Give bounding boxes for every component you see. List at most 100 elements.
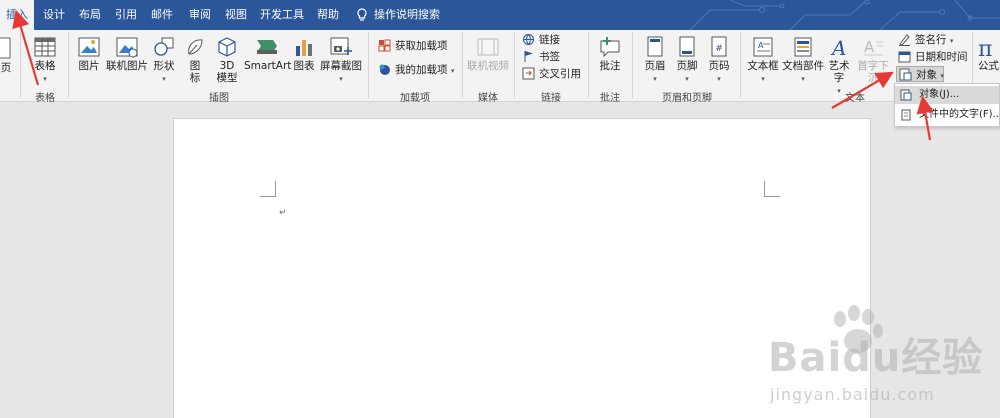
- online-picture-icon: [116, 37, 138, 58]
- 3d-models-button[interactable]: 3D 模型: [212, 36, 242, 84]
- margin-corner-mark: [764, 181, 780, 197]
- page-number-button[interactable]: # 页码 ▾: [704, 36, 734, 85]
- textbox-button[interactable]: A 文本框 ▾: [746, 36, 780, 85]
- ribbon-insert: 页 表格 ▾ 表格 图片 联机图片 形状 ▾ 图 标 3D 模型 SmartAr…: [0, 30, 1000, 104]
- search-label: 操作说明搜索: [374, 8, 440, 21]
- cube-icon: [218, 37, 236, 57]
- footer-button[interactable]: 页脚 ▾: [672, 36, 702, 85]
- baidu-watermark: Baidu经验 jingyan.baidu.com: [758, 305, 998, 415]
- svg-text:A: A: [758, 41, 764, 50]
- page-icon: [0, 37, 11, 59]
- signature-line-button[interactable]: 签名行 ▾: [898, 32, 953, 48]
- table-icon: [34, 37, 56, 57]
- tab-layout[interactable]: 布局: [74, 0, 106, 30]
- picture-icon: [78, 37, 100, 57]
- pages-button[interactable]: 页: [0, 36, 14, 74]
- shapes-button[interactable]: 形状 ▾: [150, 36, 178, 85]
- document-icon: [901, 109, 911, 121]
- group-separator: [68, 32, 69, 98]
- new-comment-button[interactable]: 批注: [594, 36, 626, 72]
- icons-button[interactable]: 图 标: [182, 36, 208, 84]
- tab-design[interactable]: 设计: [38, 0, 70, 30]
- object-icon: [900, 89, 912, 101]
- title-bar-decoration: [689, 0, 1000, 30]
- group-label-table: 表格: [35, 93, 55, 104]
- menu-item-text-from-file[interactable]: 文件中的文字(F)...: [895, 106, 1000, 124]
- group-separator: [368, 32, 369, 98]
- signature-icon: [899, 34, 910, 46]
- group-label-addins: 加载项: [400, 93, 430, 104]
- my-addins-button[interactable]: 我的加载项 ▾: [378, 62, 454, 78]
- store-icon: [378, 39, 391, 52]
- video-icon: [477, 38, 499, 56]
- group-label-comments: 批注: [600, 93, 620, 104]
- group-label-illustrations: 插图: [209, 93, 229, 104]
- svg-text:#: #: [715, 44, 723, 54]
- smartart-icon: [257, 40, 277, 54]
- group-separator: [740, 32, 741, 98]
- bookmark-button[interactable]: 书签: [522, 49, 560, 65]
- tab-developer[interactable]: 开发工具: [256, 0, 308, 30]
- chart-icon: [296, 40, 312, 56]
- tab-review[interactable]: 审阅: [184, 0, 216, 30]
- watermark-brand: Baidu经验: [768, 335, 984, 381]
- calendar-icon: [898, 51, 911, 63]
- screenshot-icon: [330, 37, 352, 55]
- smartart-button[interactable]: SmartArt: [244, 36, 291, 72]
- bookmark-flag-icon: [524, 51, 533, 62]
- pi-icon: π: [978, 37, 992, 60]
- group-label-header-footer: 页眉和页脚: [662, 93, 712, 104]
- wordart-icon: A: [830, 36, 846, 58]
- header-button[interactable]: 页眉 ▾: [640, 36, 670, 85]
- svg-text:A: A: [830, 36, 846, 58]
- object-dropdown-menu: 对象(J)... 文件中的文字(F)...: [894, 83, 1000, 127]
- object-button[interactable]: 对象 ▾: [896, 66, 944, 82]
- comment-icon: [600, 37, 620, 58]
- header-icon: [647, 36, 663, 57]
- page-number-icon: #: [711, 36, 727, 57]
- cross-reference-button[interactable]: 交叉引用: [522, 66, 581, 82]
- link-button[interactable]: 链接: [522, 32, 560, 48]
- cross-reference-icon: [522, 67, 535, 80]
- svg-text:A: A: [864, 38, 875, 56]
- online-video-button[interactable]: 联机视频: [466, 36, 510, 72]
- group-separator: [632, 32, 633, 98]
- shapes-icon: [154, 37, 174, 56]
- tab-mailings[interactable]: 邮件: [146, 0, 178, 30]
- svg-text:π: π: [978, 37, 992, 60]
- picture-button[interactable]: 图片: [74, 36, 104, 72]
- drop-cap-button[interactable]: A 首字下沉: [854, 36, 892, 84]
- chart-button[interactable]: 图表: [292, 36, 316, 72]
- group-separator: [588, 32, 589, 98]
- watermark-url: jingyan.baidu.com: [770, 385, 935, 404]
- group-separator: [514, 32, 515, 98]
- tell-me-search[interactable]: 操作说明搜索: [356, 0, 440, 30]
- group-label-links: 链接: [541, 93, 561, 104]
- table-button[interactable]: 表格 ▾: [28, 36, 62, 85]
- tab-insert[interactable]: 插入: [0, 0, 34, 31]
- group-label-media: 媒体: [478, 93, 498, 104]
- menu-item-object[interactable]: 对象(J)...: [895, 86, 999, 104]
- drop-cap-icon: A: [864, 38, 883, 56]
- group-label-text: 文本: [845, 93, 865, 104]
- date-time-button[interactable]: 日期和时间: [898, 49, 968, 65]
- footer-icon: [679, 36, 695, 57]
- textbox-icon: A: [753, 37, 773, 57]
- get-addins-button[interactable]: 获取加载项: [378, 38, 448, 54]
- equation-button[interactable]: π 公式: [978, 36, 1000, 72]
- addin-puzzle-icon: [379, 64, 390, 75]
- link-icon: [523, 34, 534, 46]
- online-picture-button[interactable]: 联机图片: [106, 36, 148, 72]
- lightbulb-icon: [357, 8, 367, 21]
- paragraph-mark: ↵: [279, 208, 287, 218]
- wordart-button[interactable]: A 艺术字 ▾: [824, 36, 854, 97]
- tab-references[interactable]: 引用: [110, 0, 142, 30]
- group-separator: [462, 32, 463, 98]
- margin-corner-mark: [260, 181, 276, 197]
- tab-view[interactable]: 视图: [220, 0, 252, 30]
- tab-help[interactable]: 帮助: [312, 0, 344, 30]
- quick-parts-button[interactable]: 文档部件 ▾: [782, 36, 824, 85]
- screenshot-button[interactable]: 屏幕截图 ▾: [318, 36, 364, 85]
- ribbon-tab-bar: 插入 设计 布局 引用 邮件 审阅 视图 开发工具 帮助 操作说明搜索: [0, 0, 1000, 31]
- object-icon: [899, 68, 912, 81]
